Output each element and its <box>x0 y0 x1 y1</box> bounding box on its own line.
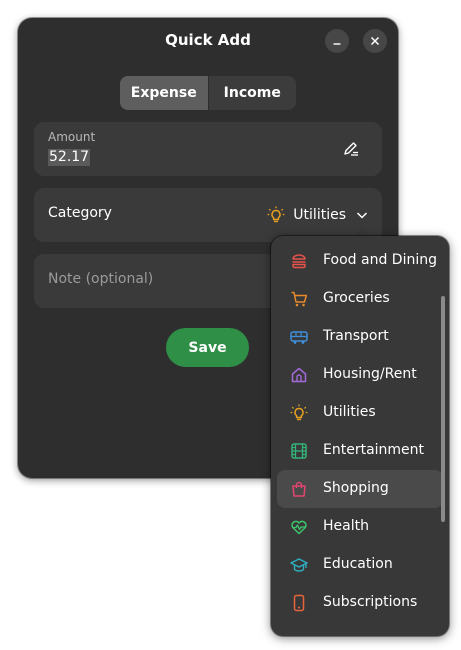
cart-icon <box>291 291 308 307</box>
menu-item-housing-rent[interactable]: Housing/Rent <box>277 356 443 394</box>
menu-scrollbar[interactable] <box>441 296 445 522</box>
menu-item-label: Entertainment <box>323 442 425 458</box>
shopping-bag-icon <box>292 481 306 497</box>
category-dropdown[interactable]: Category Utilities <box>34 188 382 242</box>
lightbulb-icon <box>267 206 285 223</box>
menu-item-label: Shopping <box>323 480 389 496</box>
film-icon <box>291 443 307 459</box>
menu-item-label: Education <box>323 556 393 572</box>
edit-icon[interactable] <box>342 140 360 158</box>
menu-item-label: Food and Dining <box>323 252 438 268</box>
close-button[interactable] <box>363 29 387 53</box>
menu-item-label: Subscriptions <box>323 594 418 610</box>
menu-item-shopping[interactable]: Shopping <box>277 470 443 508</box>
titlebar[interactable]: Quick Add <box>18 18 398 62</box>
menu-item-subscriptions[interactable]: Subscriptions <box>277 584 443 622</box>
category-menu: Food and Dining Groceries Transport Hous… <box>271 236 449 636</box>
menu-item-label: Groceries <box>323 290 390 306</box>
expense-toggle[interactable]: Expense <box>120 76 208 110</box>
menu-item-label: Transport <box>323 328 389 344</box>
menu-item-label: Utilities <box>323 404 376 420</box>
menu-item-groceries[interactable]: Groceries <box>277 280 443 318</box>
heart-pulse-icon <box>291 520 307 535</box>
type-toggle: Expense Income <box>120 76 296 110</box>
amount-caption: Amount <box>48 130 96 144</box>
amount-field[interactable]: Amount 52.17 <box>34 122 382 176</box>
house-icon <box>291 367 307 383</box>
lightbulb-icon <box>290 404 308 421</box>
menu-item-label: Health <box>323 518 369 534</box>
menu-item-health[interactable]: Health <box>277 508 443 546</box>
menu-item-food-and-dining[interactable]: Food and Dining <box>277 242 443 280</box>
menu-item-entertainment[interactable]: Entertainment <box>277 432 443 470</box>
menu-item-transport[interactable]: Transport <box>277 318 443 356</box>
note-placeholder: Note (optional) <box>48 271 154 287</box>
bus-icon <box>290 331 308 344</box>
income-toggle[interactable]: Income <box>207 76 297 110</box>
amount-input[interactable]: 52.17 <box>48 149 91 166</box>
category-selected-label: Utilities <box>293 207 346 223</box>
chevron-down-icon <box>356 212 368 219</box>
graduation-cap-icon <box>290 558 308 572</box>
minimize-icon <box>333 43 341 45</box>
menu-item-label: Housing/Rent <box>323 366 417 382</box>
category-label: Category <box>48 205 112 221</box>
close-icon <box>370 36 380 46</box>
burger-icon <box>292 254 306 269</box>
menu-item-utilities[interactable]: Utilities <box>277 394 443 432</box>
save-button[interactable]: Save <box>166 328 249 367</box>
menu-item-education[interactable]: Education <box>277 546 443 584</box>
minimize-button[interactable] <box>325 29 349 53</box>
phone-icon <box>293 594 305 612</box>
